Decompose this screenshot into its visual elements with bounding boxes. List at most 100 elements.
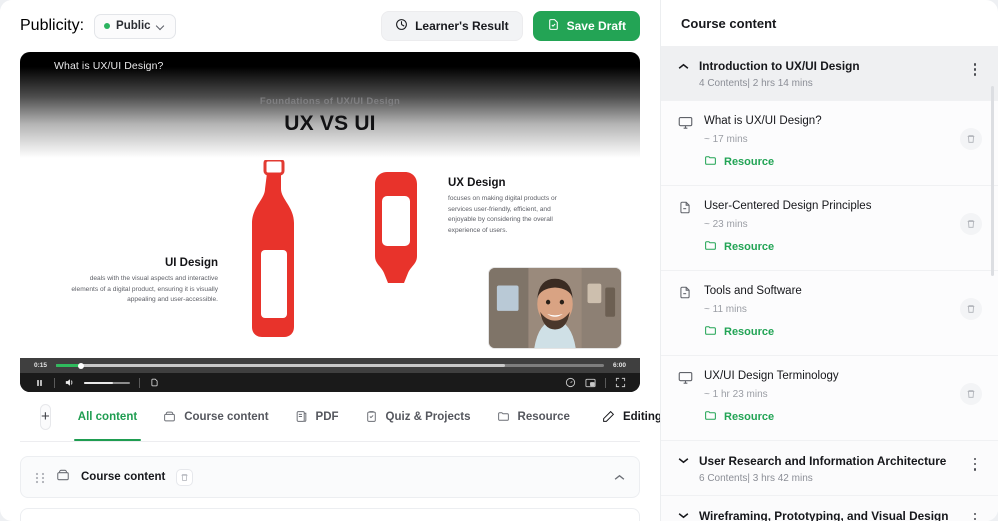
ketchup-bottle-icon: [248, 158, 300, 340]
folder-icon: [497, 410, 511, 424]
resource-label: Resource: [724, 155, 775, 168]
folder-icon: [704, 324, 717, 340]
save-draft-button[interactable]: Save Draft: [532, 11, 640, 41]
section-title: Wireframing, Prototyping, and Visual Des…: [699, 508, 949, 521]
fullscreen-icon[interactable]: [615, 377, 626, 388]
video-controls[interactable]: 0:15 6:00: [20, 358, 640, 392]
progress-row: 0:15 6:00: [20, 358, 640, 373]
settings-gear-icon[interactable]: [565, 377, 576, 388]
document-icon: [677, 285, 693, 300]
lesson-title: UX/UI Design Terminology: [704, 369, 839, 382]
volume-icon[interactable]: [64, 377, 75, 388]
tab-resource[interactable]: Resource: [484, 392, 583, 441]
chevron-up-icon[interactable]: [677, 59, 689, 73]
learners-result-label: Learner's Result: [415, 19, 509, 33]
chevron-down-icon[interactable]: [677, 454, 689, 468]
controls-row: [20, 373, 640, 392]
drag-handle-icon[interactable]: [35, 471, 45, 484]
sidebar-section-wireframing[interactable]: Wireframing, Prototyping, and Visual Des…: [661, 495, 998, 521]
collapse-row-icon[interactable]: [614, 468, 625, 486]
editing-mode-button[interactable]: Editing: [589, 392, 660, 441]
lesson-resource-link[interactable]: Resource: [704, 154, 774, 170]
tab-label: Resource: [517, 410, 570, 423]
sidebar-scroll-area[interactable]: Introduction to UX/UI Design 4 Contents|…: [661, 46, 998, 521]
tab-all-content[interactable]: All content: [65, 392, 150, 441]
chevron-down-icon: [157, 22, 166, 31]
ui-design-block: UI Design deals with the visual aspects …: [68, 257, 218, 306]
picture-in-picture-icon[interactable]: [585, 377, 596, 388]
lesson-title: User-Centered Design Principles: [704, 199, 872, 212]
editing-label: Editing: [622, 410, 660, 423]
learners-result-button[interactable]: Learner's Result: [381, 11, 523, 41]
progress-handle[interactable]: [77, 362, 84, 369]
lesson-item[interactable]: What is UX/UI Design? ~ 17 mins Resource: [661, 101, 998, 186]
delete-lesson-button[interactable]: [960, 382, 982, 405]
section-menu-icon[interactable]: [968, 457, 982, 471]
section-title: Introduction to UX/UI Design: [699, 59, 860, 73]
lesson-body: Tools and Software ~ 11 mins Resource: [704, 284, 949, 342]
lesson-item[interactable]: Tools and Software ~ 11 mins Resource: [661, 270, 998, 356]
course-content-row[interactable]: Course content: [20, 456, 640, 498]
document-check-icon: [547, 18, 560, 34]
resource-label: Resource: [724, 325, 775, 338]
folder-icon: [704, 239, 717, 255]
section-meta: 6 Contents| 3 hrs 42 mins: [699, 472, 813, 484]
volume-slider[interactable]: [84, 381, 130, 384]
duration-time: 6:00: [612, 362, 626, 369]
tab-label: Course content: [184, 410, 269, 423]
delete-lesson-button[interactable]: [960, 297, 982, 320]
lesson-duration: ~ 17 mins: [704, 133, 748, 145]
progress-scrubber[interactable]: [56, 362, 604, 369]
chevron-down-icon[interactable]: [677, 509, 689, 521]
sidebar-section-introduction[interactable]: Introduction to UX/UI Design 4 Contents|…: [661, 46, 998, 101]
section-menu-icon[interactable]: [968, 512, 982, 521]
lesson-duration: ~ 11 mins: [704, 303, 747, 315]
ui-design-heading: UI Design: [164, 257, 218, 269]
video-player[interactable]: What is UX/UI Design? Foundations of UX/…: [20, 52, 640, 392]
divider: [139, 377, 140, 388]
monitor-icon: [677, 370, 693, 385]
sidebar-section-user-research[interactable]: User Research and Information Architectu…: [661, 440, 998, 496]
sidebar-scrollbar[interactable]: [991, 46, 996, 521]
tab-quiz-projects[interactable]: Quiz & Projects: [352, 392, 484, 441]
progress-buffered: [56, 364, 506, 367]
top-toolbar: Publicity: Public Learner's Result Save …: [0, 0, 660, 52]
monitor-icon: [677, 115, 693, 130]
ux-design-body: focuses on making digital products or se…: [448, 195, 557, 235]
lesson-resource-link[interactable]: Resource: [704, 409, 774, 425]
course-builder-screen: Publicity: Public Learner's Result Save …: [0, 0, 998, 521]
folder-icon: [704, 409, 717, 425]
ui-design-body: deals with the visual aspects and intera…: [71, 275, 218, 304]
section-text: Introduction to UX/UI Design 4 Contents|…: [699, 57, 958, 89]
presenter-webcam-thumbnail: [488, 267, 622, 349]
section-meta: 4 Contents| 2 hrs 14 mins: [699, 78, 813, 89]
document-icon: [677, 200, 693, 215]
delete-row-button[interactable]: [176, 468, 194, 486]
lesson-item[interactable]: User-Centered Design Principles ~ 23 min…: [661, 185, 998, 271]
lesson-resource-link[interactable]: Resource: [704, 239, 774, 255]
resource-label: Resource: [724, 240, 775, 253]
delete-lesson-button[interactable]: [960, 212, 982, 235]
status-dot-icon: [104, 23, 111, 29]
lesson-duration: ~ 23 mins: [704, 218, 748, 230]
section-menu-icon[interactable]: [968, 63, 982, 76]
lesson-body: What is UX/UI Design? ~ 17 mins Resource: [704, 114, 949, 172]
section-title: User Research and Information Architectu…: [699, 453, 947, 468]
video-slide: What is UX/UI Design? Foundations of UX/…: [20, 52, 640, 358]
box-icon: [163, 410, 177, 424]
visibility-dropdown[interactable]: Public: [94, 13, 176, 39]
tab-course-content[interactable]: Course content: [150, 392, 281, 441]
delete-lesson-button[interactable]: [960, 128, 982, 150]
slide-subtitle: Foundations of UX/UI Design: [259, 96, 401, 107]
clipboard-icon: [365, 410, 379, 424]
tab-pdf[interactable]: PDF: [282, 392, 352, 441]
add-content-button[interactable]: +: [40, 403, 51, 430]
transcript-icon[interactable]: [149, 377, 160, 388]
resource-label: Resource: [724, 410, 775, 423]
pause-icon[interactable]: [34, 377, 45, 388]
content-tabs: + All content Course content PDF Quiz & …: [20, 392, 660, 442]
sidebar-scrollbar-thumb[interactable]: [991, 86, 994, 276]
lesson-item[interactable]: UX/UI Design Terminology ~ 1 hr 23 mins …: [661, 355, 998, 441]
lesson-resource-link[interactable]: Resource: [704, 324, 774, 340]
next-card-stub: [20, 508, 640, 521]
